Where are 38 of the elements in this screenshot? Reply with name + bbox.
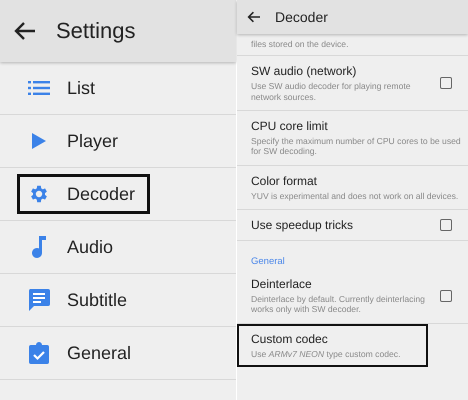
screen-title: Settings xyxy=(56,18,136,44)
settings-category-item[interactable]: Player xyxy=(17,122,143,160)
screen-title: Decoder xyxy=(275,9,328,25)
clipboard-check-icon xyxy=(28,342,50,364)
checkbox[interactable] xyxy=(440,218,452,231)
section-header: General xyxy=(251,256,285,267)
preference-item[interactable]: Color format YUV is experimental and does not work on all devices. xyxy=(237,166,468,210)
settings-category-item[interactable]: Audio xyxy=(17,227,143,267)
play-icon xyxy=(32,133,46,149)
settings-category-item[interactable]: General xyxy=(17,333,146,373)
settings-category-item[interactable]: List xyxy=(17,68,143,108)
preference-title: CPU core limit xyxy=(251,118,329,133)
preference-item[interactable]: Deinterlace Deinterlace by default. Currently deinterlacing works only with SW decoder. xyxy=(237,268,468,324)
music-note-icon xyxy=(31,236,47,258)
preference-summary: Use SW audio decoder for playing remote network sources. xyxy=(251,81,412,102)
preference-summary: Use ARMv7 NEON type custom codec. xyxy=(251,348,402,359)
preference-summary: YUV is experimental and does not work on all devices. xyxy=(251,190,460,201)
preference-title: Use speedup tricks xyxy=(251,218,354,232)
preference-summary: Specify the maximum number of CPU cores to be used for SW decoding. xyxy=(251,136,462,157)
checkbox[interactable] xyxy=(440,290,452,302)
checkbox[interactable] xyxy=(440,77,452,90)
settings-category-item[interactable]: Decoder xyxy=(17,174,150,214)
preference-title: SW audio (network) xyxy=(251,64,358,78)
back-button[interactable] xyxy=(245,9,263,25)
preference-summary: files stored on the device. xyxy=(251,39,348,50)
back-arrow-icon xyxy=(14,21,36,41)
preference-summary: Deinterlace by default. Currently deinterlacing works only with SW decoder. xyxy=(251,294,426,314)
back-arrow-icon xyxy=(247,11,261,23)
chat-icon xyxy=(28,289,50,311)
preference-title: Custom codec xyxy=(251,332,329,346)
preference-item[interactable]: CPU core limit Specify the maximum number of CPU cores to be used for SW decoding. xyxy=(237,110,468,166)
preference-item[interactable]: Custom codec Use ARMv7 NEON type custom codec. xyxy=(237,324,428,367)
preference-item[interactable]: Use speedup tricks xyxy=(237,210,468,241)
preference-title: Deinterlace xyxy=(251,276,313,291)
settings-category-item[interactable]: Subtitle xyxy=(17,280,143,320)
preference-title: Color format xyxy=(251,174,318,188)
preference-item[interactable]: SW audio (network) Use SW audio decoder for playing remote network sources. xyxy=(237,56,468,111)
list-icon xyxy=(28,80,50,96)
